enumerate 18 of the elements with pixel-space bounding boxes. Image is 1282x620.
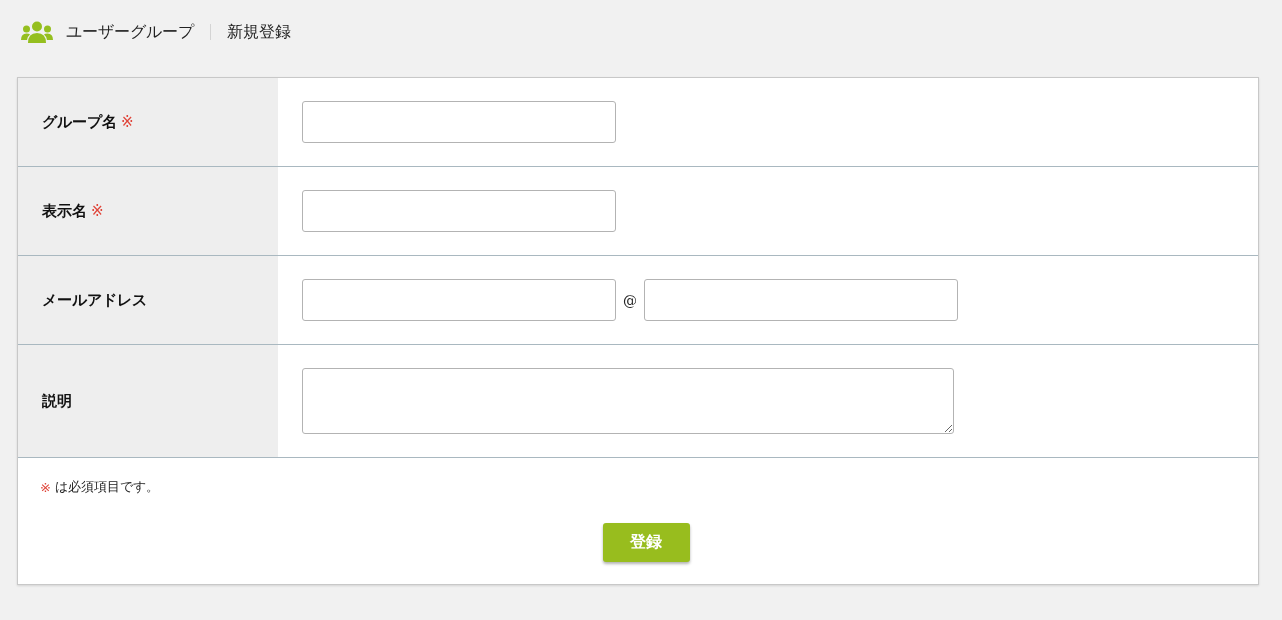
at-sign: @ [623,292,637,308]
text-field[interactable] [302,190,616,232]
required-mark: ※ [121,113,134,131]
text-field[interactable] [302,101,616,143]
description-field[interactable] [302,368,954,434]
page-title: 新規登録 [227,21,291,42]
required-mark: ※ [40,479,51,495]
email-local-field[interactable] [302,279,616,321]
email-domain-field[interactable] [644,279,958,321]
field-label: 説明 [42,391,72,411]
section-title: ユーザーグループ [66,21,194,42]
submit-button[interactable]: 登録 [602,523,690,562]
required-mark: ※ [91,202,104,220]
required-note: は必須項目です。 [54,478,159,496]
field-label: グループ名 [42,112,117,132]
field-label: 表示名 [42,201,87,221]
field-label: メールアドレス [42,290,147,310]
users-icon [21,21,53,43]
